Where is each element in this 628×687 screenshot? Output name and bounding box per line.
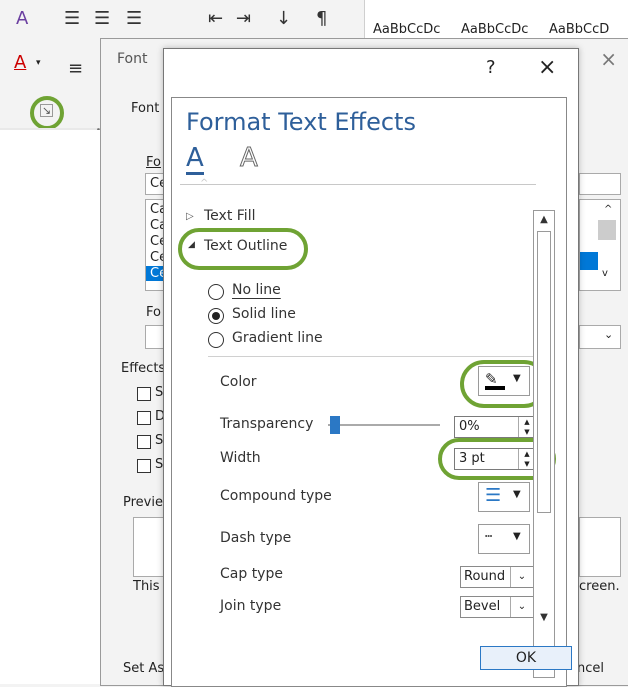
- cancel-button[interactable]: ncel: [577, 661, 604, 676]
- font-style-label: Fo: [146, 305, 161, 320]
- transparency-slider-thumb[interactable]: [330, 416, 340, 434]
- width-input[interactable]: 3 pt ▲ ▼: [454, 448, 536, 470]
- effect-checkbox[interactable]: [137, 387, 151, 401]
- no-line-label: No line: [232, 282, 281, 298]
- chevron-down-icon: ▼: [513, 373, 521, 384]
- bullets-icon[interactable]: ☰: [64, 8, 80, 29]
- clear-formatting-icon[interactable]: A: [16, 8, 28, 29]
- chevron-down-icon[interactable]: v: [602, 268, 608, 279]
- effect-checkbox[interactable]: [137, 459, 151, 473]
- align-left-icon[interactable]: ≡: [68, 58, 83, 79]
- cap-type-select[interactable]: Round ⌄: [460, 566, 534, 588]
- ok-button[interactable]: OK: [480, 646, 572, 670]
- section-text-fill[interactable]: Text Fill: [204, 208, 255, 224]
- preview-box-right: [579, 517, 621, 577]
- description-text-end: creen.: [579, 579, 620, 594]
- dash-type-button[interactable]: ┅ ▼: [478, 524, 530, 554]
- chevron-down-icon[interactable]: ▾: [36, 58, 41, 68]
- chevron-down-icon[interactable]: ⌄: [604, 328, 613, 341]
- set-as-default-button[interactable]: Set As: [123, 661, 164, 676]
- no-line-radio[interactable]: [208, 284, 224, 300]
- increase-indent-icon[interactable]: ⇥: [236, 8, 251, 29]
- effect-checkbox[interactable]: [137, 411, 151, 425]
- effects-pane: Format Text Effects A A ^ ▷ Text Fill ◢ …: [171, 97, 567, 687]
- multilevel-list-icon[interactable]: ☰: [126, 8, 142, 29]
- pane-title: Format Text Effects: [186, 108, 416, 136]
- close-icon[interactable]: ×: [600, 47, 617, 71]
- dialog-launcher-icon[interactable]: ↘: [40, 104, 53, 117]
- font-color-icon[interactable]: A: [14, 52, 26, 73]
- color-select[interactable]: ⌄: [579, 325, 621, 349]
- outline-color-button[interactable]: ✎ ▼: [478, 366, 530, 396]
- style-no-spacing[interactable]: AaBbCcDc: [461, 22, 528, 37]
- scrollbar-thumb[interactable]: [537, 231, 551, 513]
- divider: [180, 184, 536, 185]
- format-text-effects-dialog: ? × Format Text Effects A A ^ ▷ Text Fil…: [163, 48, 579, 687]
- dash-lines-icon: ┅: [485, 529, 494, 543]
- transparency-input[interactable]: 0% ▲ ▼: [454, 416, 536, 438]
- style-heading[interactable]: AaBbCcD: [549, 22, 609, 37]
- list-item-selected[interactable]: [580, 252, 598, 270]
- description-text: This: [133, 579, 160, 594]
- solid-line-radio[interactable]: [208, 308, 224, 324]
- divider: [208, 356, 534, 357]
- scrollbar-thumb[interactable]: [598, 220, 616, 240]
- join-type-select[interactable]: Bevel ⌄: [460, 596, 534, 618]
- color-swatch: [485, 386, 505, 390]
- tab-font[interactable]: Font: [131, 101, 159, 116]
- chevron-down-icon: ▼: [513, 489, 521, 500]
- compound-lines-icon: ☰: [485, 485, 502, 506]
- font-label: Fo: [146, 155, 161, 170]
- cap-type-label: Cap type: [220, 566, 283, 582]
- section-text-outline[interactable]: Text Outline: [204, 238, 287, 254]
- collapse-icon[interactable]: ◢: [188, 240, 195, 250]
- color-label: Color: [220, 374, 257, 390]
- dash-type-label: Dash type: [220, 530, 292, 546]
- expand-icon[interactable]: ▷: [186, 211, 194, 222]
- chevron-down-icon[interactable]: ▼: [534, 611, 554, 625]
- pane-scrollbar[interactable]: ▲ ▼: [533, 210, 555, 678]
- decrease-indent-icon[interactable]: ⇤: [208, 8, 223, 29]
- compound-type-button[interactable]: ☰ ▼: [478, 482, 530, 512]
- chevron-down-icon: ⌄: [510, 567, 533, 587]
- text-effects-tab-icon[interactable]: A: [240, 144, 259, 173]
- font-dialog-title: Font: [117, 51, 148, 67]
- size-list[interactable]: ^ v: [579, 199, 621, 291]
- chevron-up-icon[interactable]: ^: [604, 204, 612, 215]
- chevron-down-icon: ▼: [513, 531, 521, 542]
- effects-label: Effects: [121, 361, 166, 376]
- join-type-label: Join type: [220, 598, 282, 614]
- effect-checkbox[interactable]: [137, 435, 151, 449]
- document-area[interactable]: [0, 130, 100, 684]
- transparency-slider[interactable]: [328, 424, 440, 426]
- tab-pointer: ^: [200, 178, 209, 189]
- numbering-icon[interactable]: ☰: [94, 8, 110, 29]
- transparency-label: Transparency: [220, 416, 314, 432]
- help-icon[interactable]: ?: [486, 57, 496, 78]
- gradient-line-radio[interactable]: [208, 332, 224, 348]
- width-label: Width: [220, 450, 261, 466]
- size-input[interactable]: [579, 173, 621, 195]
- preview-label: Previe: [123, 495, 163, 510]
- solid-line-label: Solid line: [232, 306, 296, 322]
- gradient-line-label: Gradient line: [232, 330, 323, 346]
- show-marks-icon[interactable]: ¶: [316, 8, 327, 29]
- style-normal[interactable]: AaBbCcDc: [373, 22, 440, 37]
- close-icon[interactable]: ×: [538, 55, 556, 80]
- chevron-down-icon: ⌄: [510, 597, 533, 617]
- sort-icon[interactable]: ↓: [276, 8, 291, 29]
- text-fill-outline-tab-icon[interactable]: A: [186, 144, 204, 175]
- chevron-up-icon[interactable]: ▲: [534, 213, 554, 227]
- compound-type-label: Compound type: [220, 488, 332, 504]
